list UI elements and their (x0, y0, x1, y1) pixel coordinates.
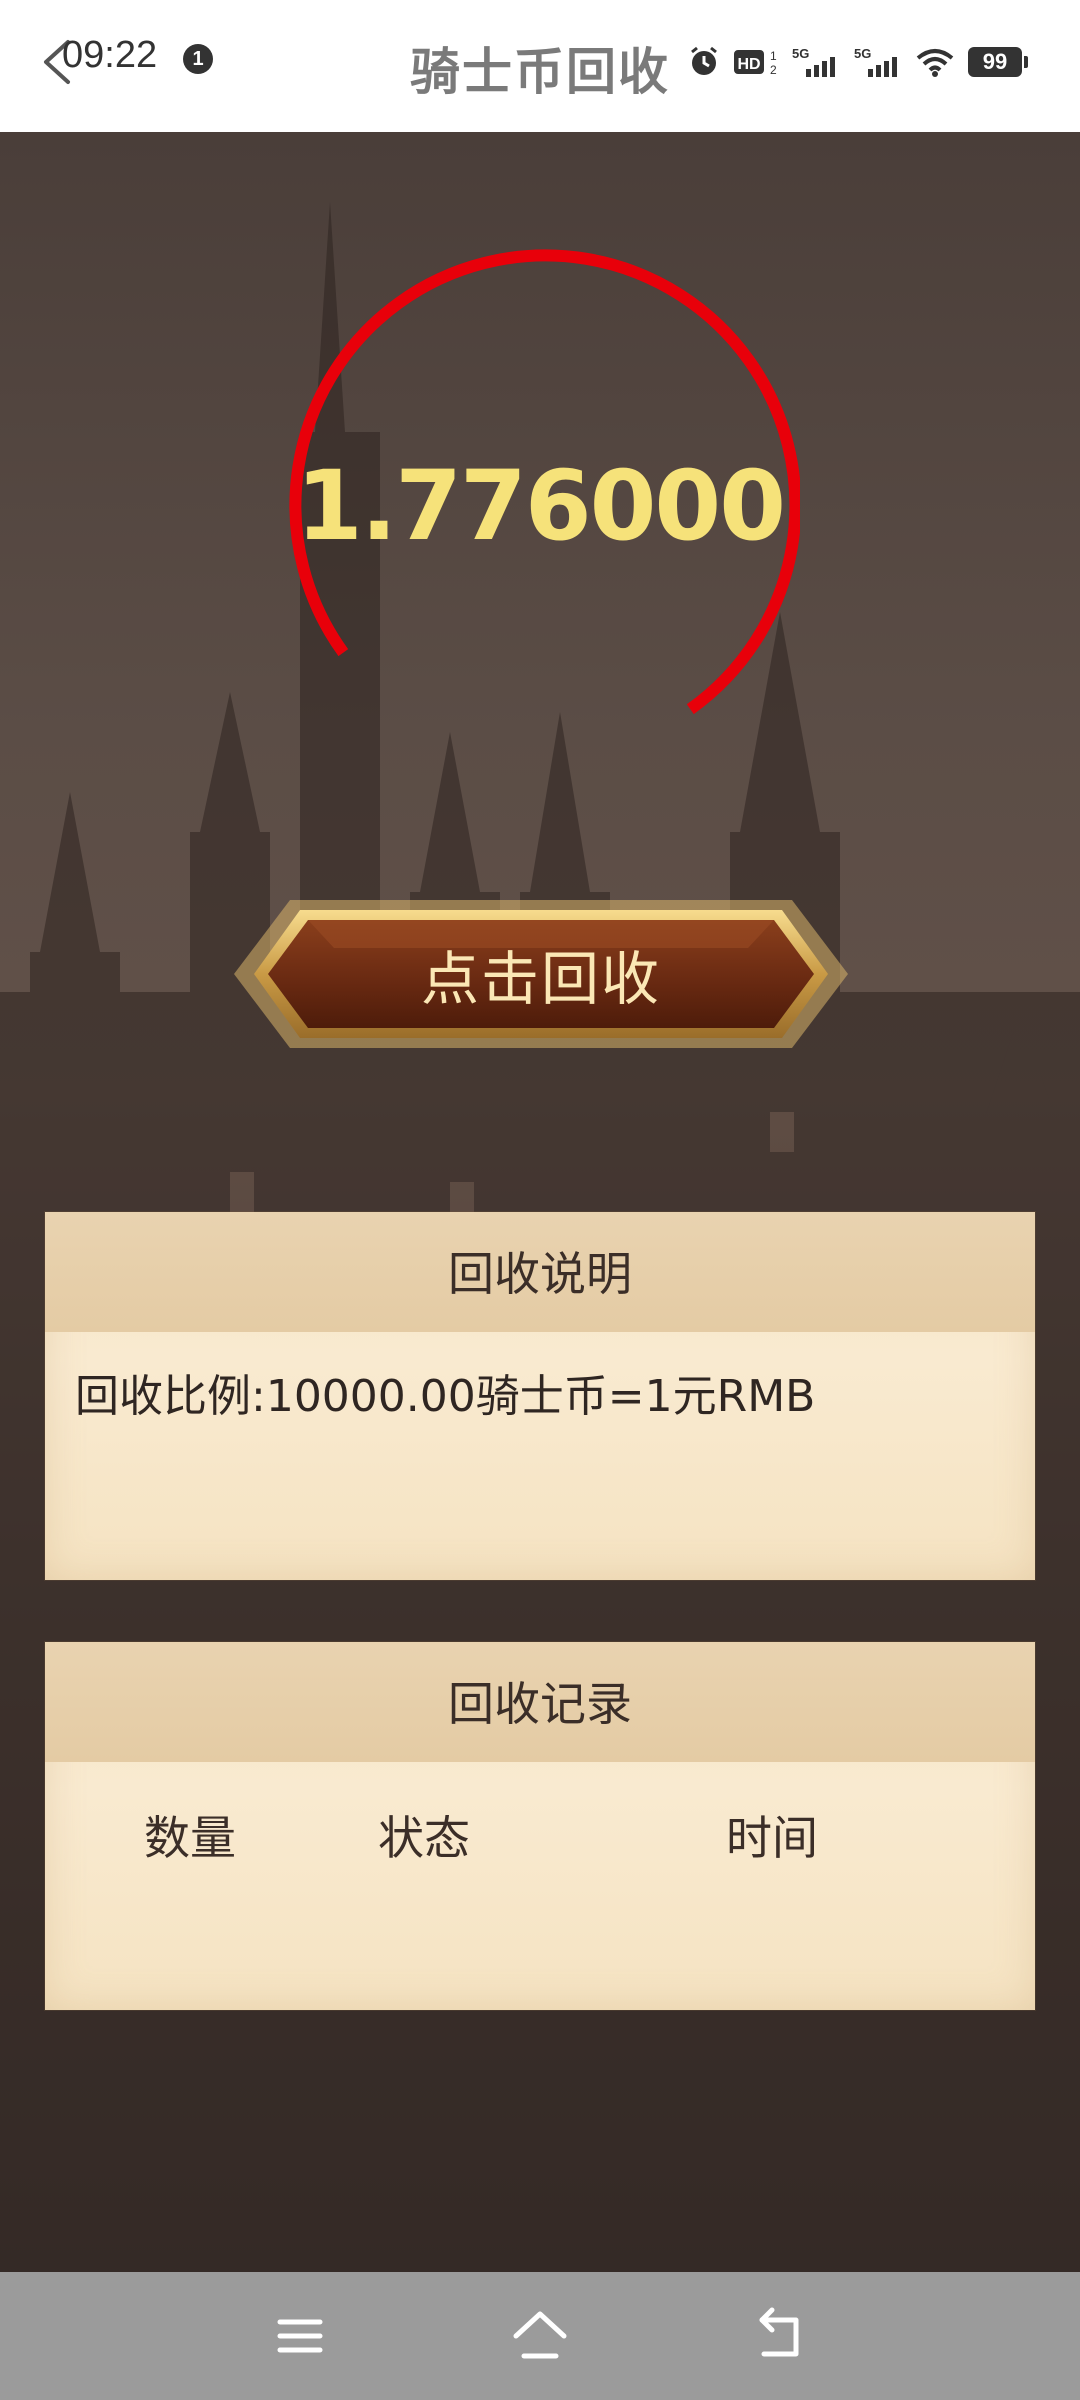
svg-text:HD: HD (737, 56, 760, 73)
svg-text:5G: 5G (792, 46, 809, 61)
column-header-time: 时间 (726, 1811, 818, 1865)
5g-signal-icon: 5G (854, 46, 897, 77)
alarm-icon (691, 46, 717, 75)
wifi-icon (916, 49, 954, 77)
back-icon[interactable] (750, 2306, 810, 2366)
home-icon[interactable] (510, 2306, 570, 2366)
recycle-button-label: 点击回收 (420, 945, 661, 1013)
system-nav-bar (0, 2272, 1080, 2400)
coin-balance: 1.776000 (295, 450, 786, 562)
column-header-status: 状态 (378, 1811, 470, 1865)
status-bar: 09:22 1 骑士币回收 HD 1 2 5G 5G 99 (0, 0, 1080, 133)
recycle-ratio-text: 回收比例:10000.00骑士币=1元RMB (75, 1371, 816, 1422)
menu-icon[interactable] (270, 2306, 330, 2366)
column-header-quantity: 数量 (144, 1811, 236, 1865)
recycle-button[interactable]: 点击回收 (228, 892, 854, 1056)
system-icons: HD 1 2 5G 5G 99 (688, 40, 1028, 84)
recycle-info-title: 回收说明 (45, 1212, 1035, 1332)
hd-icon: HD 1 2 (734, 49, 777, 77)
recycle-records-title: 回收记录 (45, 1642, 1035, 1762)
svg-text:1: 1 (770, 49, 777, 63)
svg-text:2: 2 (770, 63, 777, 77)
recycle-info-panel: 回收说明 回收比例:10000.00骑士币=1元RMB (45, 1212, 1035, 1580)
5g-signal-icon: 5G (792, 46, 835, 77)
battery-icon: 99 (968, 47, 1028, 77)
svg-text:5G: 5G (854, 46, 871, 61)
